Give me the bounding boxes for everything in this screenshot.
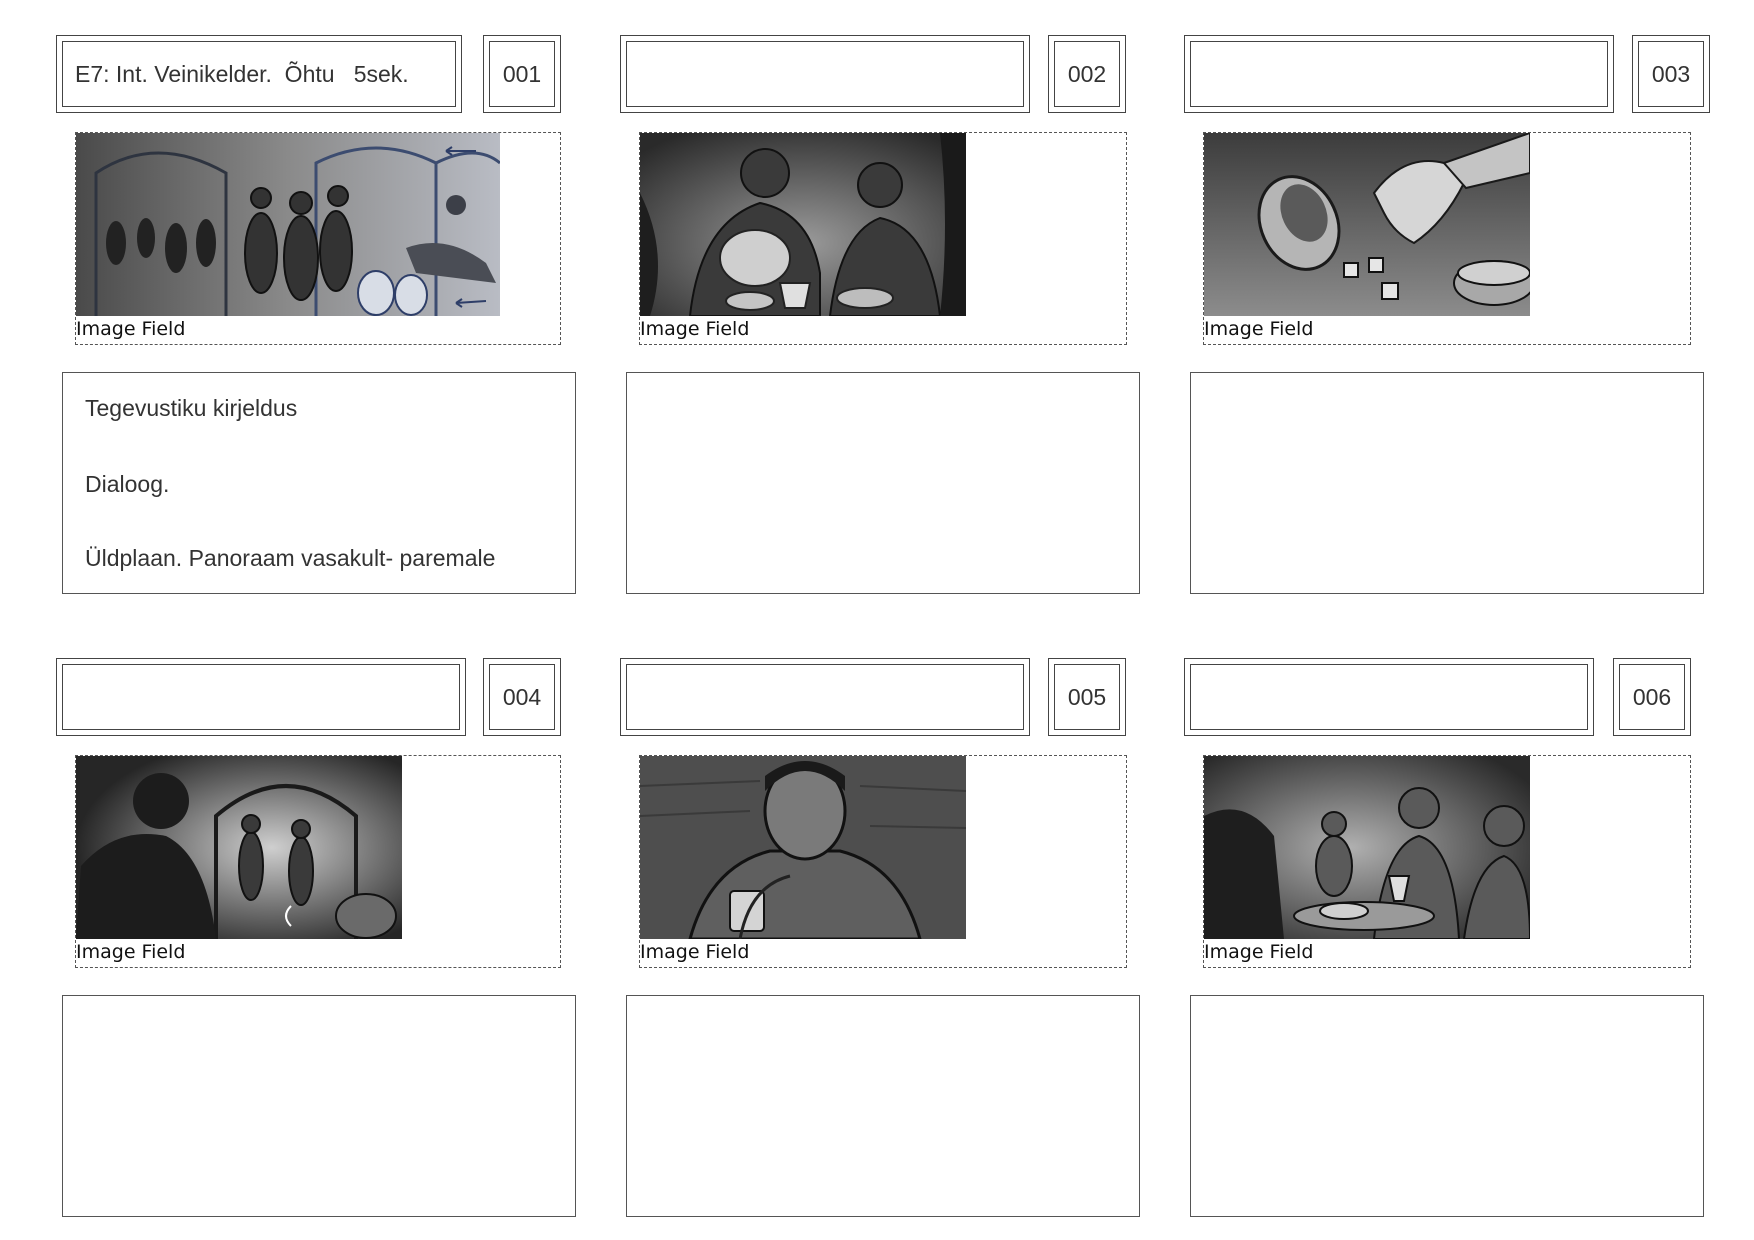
image-field-label: Image Field [640, 318, 750, 340]
description-box[interactable] [626, 995, 1140, 1217]
scene-title-text: E7: Int. Veinikelder. Õhtu 5sek. [75, 60, 409, 87]
scene-title-box[interactable] [1184, 35, 1614, 113]
storyboard-sketch-image [640, 133, 966, 316]
image-field-label: Image Field [1204, 318, 1314, 340]
description-box[interactable] [1190, 372, 1704, 594]
image-field-label: Image Field [76, 941, 186, 963]
panel-number-box: 002 [1048, 35, 1126, 113]
image-field-label: Image Field [1204, 941, 1314, 963]
panel-number: 003 [1651, 60, 1691, 87]
action-description-text: Tegevustiku kirjeldus [85, 395, 298, 421]
scene-title-box[interactable] [56, 658, 466, 736]
description-box[interactable]: Tegevustiku kirjeldus Dialoog. Üldplaan.… [62, 372, 576, 594]
panel-number-box: 003 [1632, 35, 1710, 113]
panel-number-box: 006 [1613, 658, 1691, 736]
description-box[interactable] [62, 995, 576, 1217]
panel-number-box: 005 [1048, 658, 1126, 736]
scene-title-box[interactable] [620, 658, 1030, 736]
storyboard-sketch-image [76, 133, 500, 316]
description-box[interactable] [626, 372, 1140, 594]
description-box[interactable] [1190, 995, 1704, 1217]
storyboard-sketch-image [640, 756, 966, 939]
image-field[interactable]: Image Field [1203, 132, 1691, 345]
scene-title-box[interactable]: E7: Int. Veinikelder. Õhtu 5sek. [56, 35, 462, 113]
storyboard-sketch-image [76, 756, 402, 939]
image-field[interactable]: Image Field [639, 132, 1127, 345]
panel-number: 002 [1067, 60, 1107, 87]
panel-number-box: 004 [483, 658, 561, 736]
image-field-label: Image Field [76, 318, 186, 340]
panel-number: 005 [1067, 683, 1107, 710]
image-field[interactable]: Image Field [1203, 755, 1691, 968]
shot-description-text: Üldplaan. Panoraam vasakult- paremale [85, 545, 496, 571]
image-field[interactable]: Image Field [639, 755, 1127, 968]
storyboard-sketch-image [1204, 756, 1530, 939]
image-field-label: Image Field [640, 941, 750, 963]
scene-title-box[interactable] [1184, 658, 1594, 736]
image-field[interactable]: Image Field [75, 755, 561, 968]
image-field[interactable]: Image Field [75, 132, 561, 345]
panel-number-box: 001 [483, 35, 561, 113]
panel-number: 001 [502, 60, 542, 87]
panel-number: 004 [502, 683, 542, 710]
storyboard-sketch-image [1204, 133, 1530, 316]
panel-number: 006 [1632, 683, 1672, 710]
dialogue-text: Dialoog. [85, 471, 170, 497]
scene-title-box[interactable] [620, 35, 1030, 113]
